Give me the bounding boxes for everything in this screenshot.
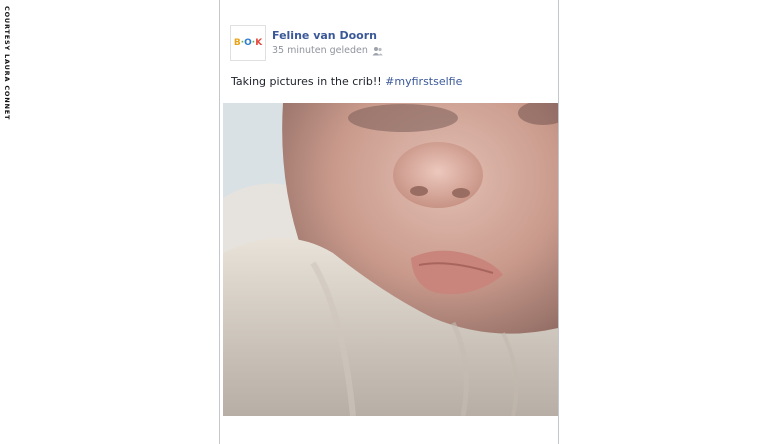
avatar-letter-b: B xyxy=(233,38,241,48)
facebook-post: B · O · K Feline van Doorn 35 minuten gelede… xyxy=(219,0,559,444)
profile-avatar[interactable]: B · O · K xyxy=(230,25,266,61)
avatar-letter-k: K xyxy=(255,38,263,48)
caption-text: Taking pictures in the crib!! xyxy=(231,75,386,88)
post-meta: 35 minuten geleden xyxy=(272,45,383,56)
baby-selfie-photo[interactable] xyxy=(223,103,558,416)
photo-image xyxy=(223,103,558,416)
courtesy-credit: COURTESY LAURA CONNET xyxy=(3,6,11,121)
avatar-letter-o: O xyxy=(244,38,252,48)
post-timestamp[interactable]: 35 minuten geleden xyxy=(272,45,368,56)
friends-icon[interactable] xyxy=(372,46,383,56)
post-author-name[interactable]: Feline van Doorn xyxy=(272,29,377,42)
post-caption: Taking pictures in the crib!! #myfirstse… xyxy=(231,75,462,88)
hashtag-link[interactable]: #myfirstselfie xyxy=(385,75,462,88)
